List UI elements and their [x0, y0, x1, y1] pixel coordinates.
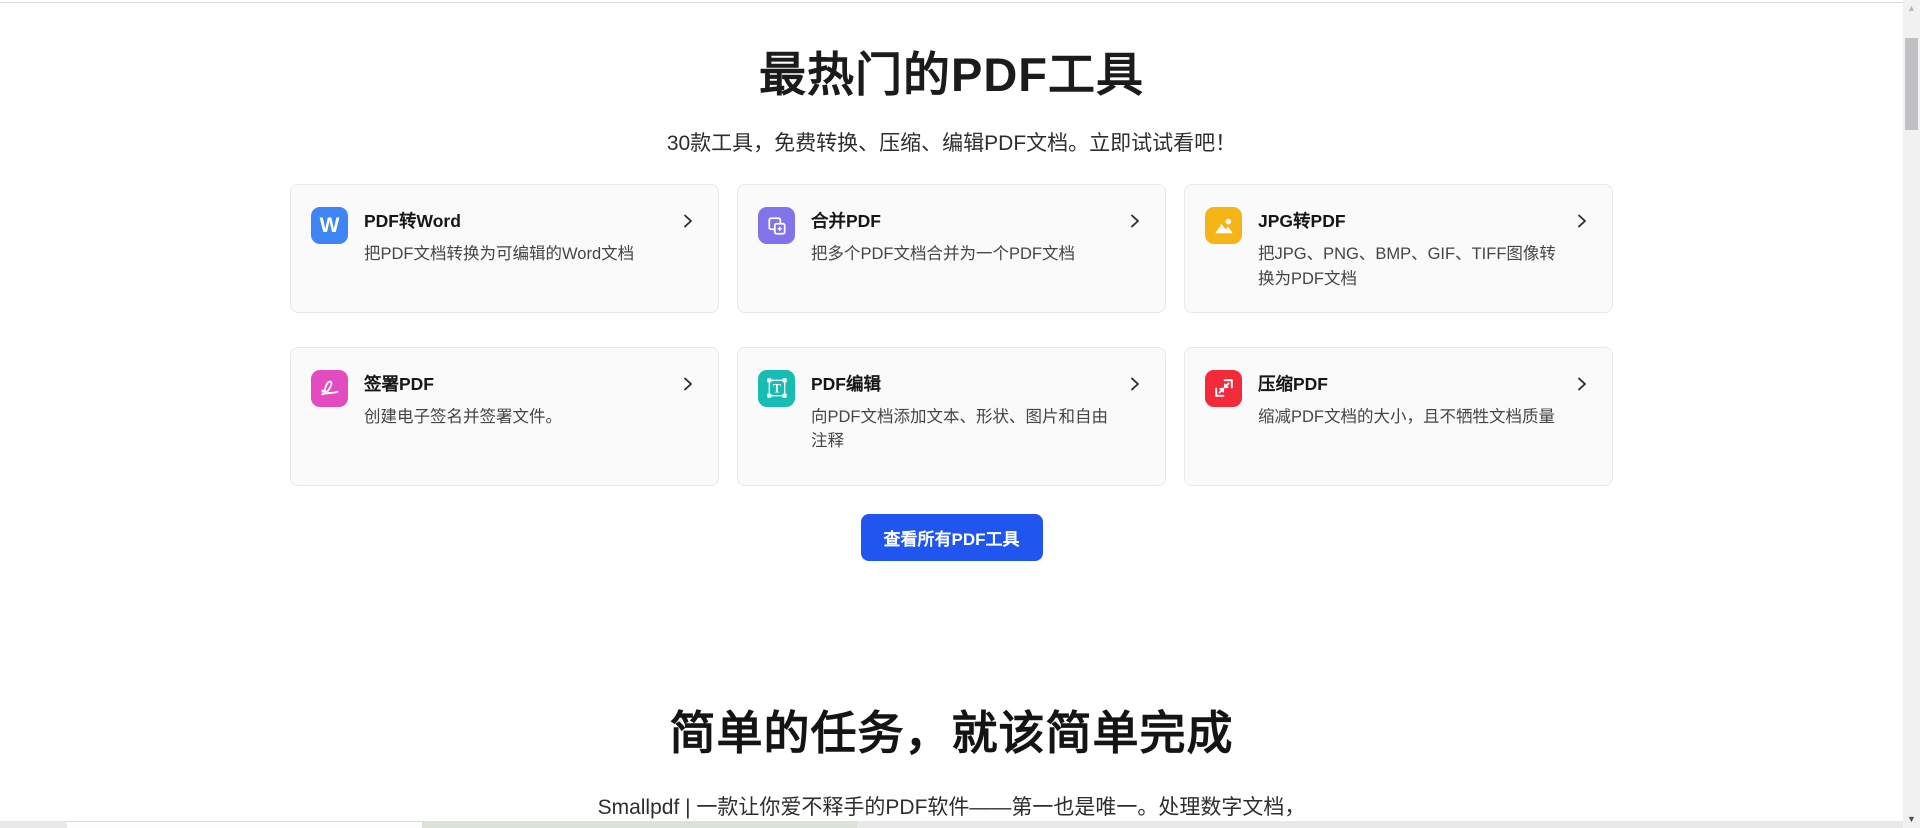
- tool-card-desc: 创建电子签名并签署文件。: [364, 407, 562, 426]
- vertical-scrollbar[interactable]: ▲ ▼: [1903, 0, 1920, 828]
- top-divider: [0, 2, 1903, 3]
- tool-card-merge-pdf[interactable]: 合并PDF 把多个PDF文档合并为一个PDF文档: [737, 184, 1166, 313]
- page: 最热门的PDF工具 30款工具，免费转换、压缩、编辑PDF文档。立即试试看吧！ …: [0, 0, 1903, 828]
- tool-card-jpg-to-pdf[interactable]: JPG转PDF 把JPG、PNG、BMP、GIF、TIFF图像转换为PDF文档: [1184, 184, 1613, 313]
- tool-card-edit-pdf[interactable]: T PDF编辑 向PDF文档添加文本、形状、图片和自由注释: [737, 346, 1166, 486]
- tool-card-desc: 把PDF文档转换为可编辑的Word文档: [364, 245, 635, 264]
- strip-segment: [857, 821, 1903, 828]
- merge-documents-icon: [758, 207, 795, 245]
- tool-grid: W PDF转Word 把PDF文档转换为可编辑的Word文档 合并PDF 把多个…: [290, 184, 1613, 486]
- tool-card-desc: 把多个PDF文档合并为一个PDF文档: [811, 245, 1075, 264]
- image-icon: [1205, 207, 1242, 245]
- section2-heading: 简单的任务，就该简单完成: [669, 706, 1234, 759]
- word-letter: W: [319, 214, 340, 238]
- chevron-right-icon: [1125, 374, 1145, 465]
- scrollbar-up-icon[interactable]: ▲: [1903, 0, 1920, 17]
- scrollbar-down-icon[interactable]: ▼: [1903, 811, 1920, 828]
- signature-icon: [311, 369, 348, 407]
- chevron-right-icon: [1125, 211, 1145, 292]
- text-edit-icon: T: [758, 369, 795, 407]
- svg-text:T: T: [772, 382, 781, 396]
- word-doc-icon: W: [311, 207, 348, 245]
- tool-card-desc: 把JPG、PNG、BMP、GIF、TIFF图像转换为PDF文档: [1258, 245, 1556, 288]
- chevron-right-icon: [1572, 211, 1592, 292]
- page-title: 最热门的PDF工具: [759, 48, 1144, 101]
- section2-body-line1: Smallpdf | 一款让你爱不释手的PDF软件——第一也是唯一。处理数字文档…: [597, 795, 1306, 819]
- tool-card-title: JPG转PDF: [1258, 211, 1346, 232]
- chevron-right-icon: [678, 374, 698, 465]
- scrollbar-thumb[interactable]: [1905, 38, 1918, 130]
- tool-card-title: 签署PDF: [364, 373, 434, 394]
- tool-card-compress-pdf[interactable]: 压缩PDF 缩减PDF文档的大小，且不牺牲文档质量: [1184, 346, 1613, 486]
- compress-icon: [1205, 369, 1242, 407]
- chevron-right-icon: [678, 211, 698, 292]
- page-subtitle: 30款工具，免费转换、压缩、编辑PDF文档。立即试试看吧！: [666, 132, 1237, 156]
- chevron-right-icon: [1572, 374, 1592, 465]
- tool-card-desc: 向PDF文档添加文本、形状、图片和自由注释: [811, 407, 1108, 451]
- tool-card-title: PDF转Word: [364, 211, 461, 232]
- strip-segment: [0, 821, 67, 828]
- tool-card-desc: 缩减PDF文档的大小，且不牺牲文档质量: [1258, 407, 1555, 426]
- tool-card-sign-pdf[interactable]: 签署PDF 创建电子签名并签署文件。: [290, 346, 719, 486]
- next-section-peek: [0, 821, 1903, 828]
- strip-segment: [422, 821, 857, 828]
- tool-card-pdf-to-word[interactable]: W PDF转Word 把PDF文档转换为可编辑的Word文档: [290, 184, 719, 313]
- tool-card-title: 压缩PDF: [1258, 373, 1328, 394]
- strip-segment: [67, 821, 422, 828]
- tool-card-title: PDF编辑: [811, 373, 881, 394]
- tool-card-title: 合并PDF: [811, 211, 881, 232]
- view-all-pdf-tools-button[interactable]: 查看所有PDF工具: [860, 513, 1043, 561]
